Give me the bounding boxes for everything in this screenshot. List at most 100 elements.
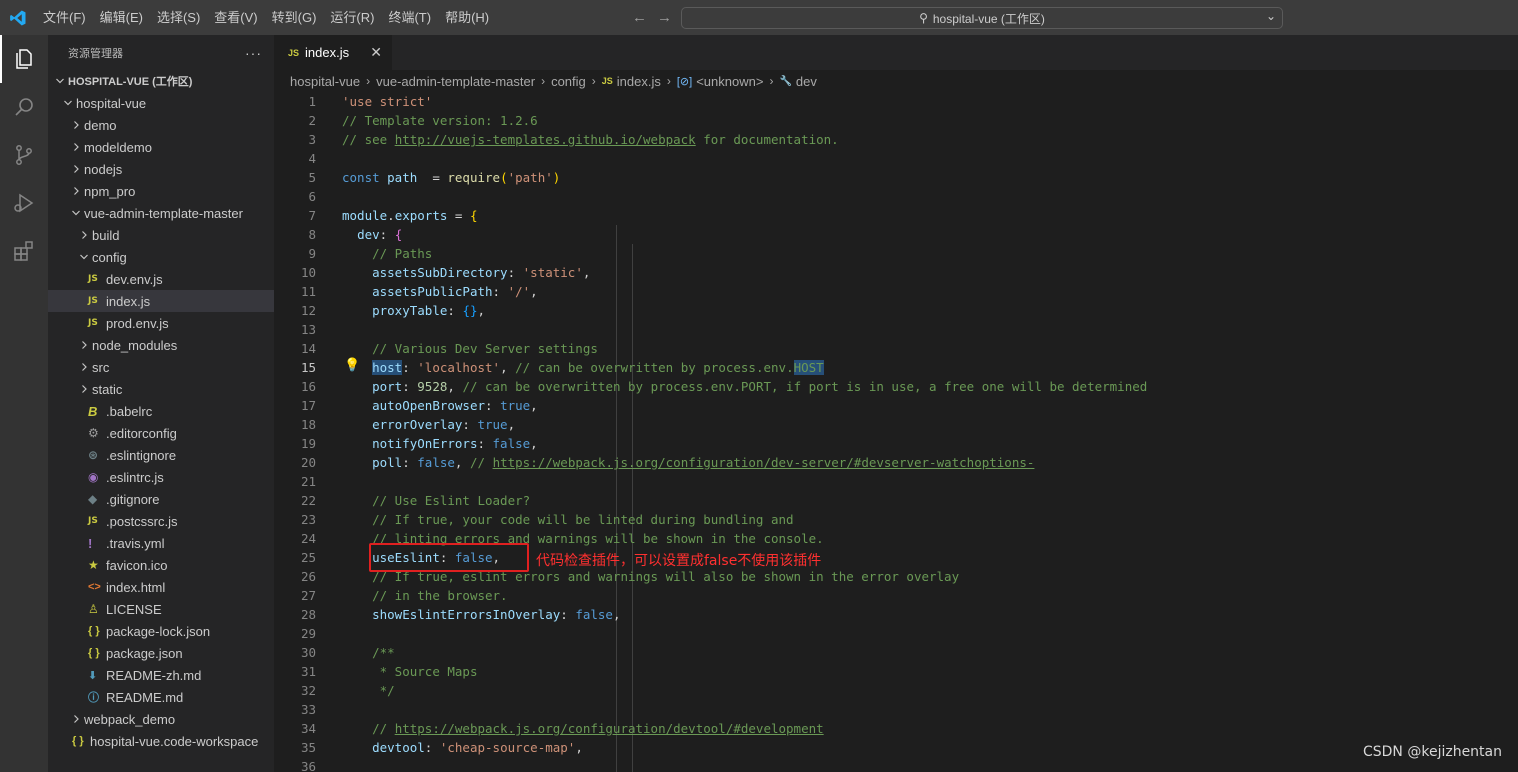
tree-folder[interactable]: nodejs — [48, 158, 274, 180]
menu-item[interactable]: 文件(F) — [36, 0, 93, 35]
tree-file[interactable]: JS prod.env.js — [48, 312, 274, 334]
code-line: 27 // in the browser. — [274, 586, 1518, 605]
tree-file[interactable]: JS index.js — [48, 290, 274, 312]
chevron-right-icon — [76, 384, 92, 394]
chevron-down-icon[interactable]: ⌄ — [1266, 9, 1276, 23]
menu-item[interactable]: 选择(S) — [150, 0, 207, 35]
tree-file[interactable]: { } hospital-vue.code-workspace — [48, 730, 274, 752]
code-text: proxyTable: {}, — [372, 303, 486, 318]
line-number: 10 — [300, 265, 316, 280]
tree-file[interactable]: ★ favicon.ico — [48, 554, 274, 576]
breadcrumb-item[interactable]: <unknown> — [696, 74, 763, 89]
code-line: 20 poll: false, // https://webpack.js.or… — [274, 453, 1518, 472]
tree-folder[interactable]: config — [48, 246, 274, 268]
title-bar: 文件(F) 编辑(E) 选择(S) 查看(V) 转到(G) 运行(R) 终端(T) 帮助(H)… — [0, 0, 1518, 35]
code-line: 35 devtool: 'cheap-source-map', — [274, 738, 1518, 757]
tree-file[interactable]: ◉ .eslintrc.js — [48, 466, 274, 488]
lightbulb-icon[interactable]: 💡 — [344, 357, 360, 373]
line-number: 2 — [308, 113, 316, 128]
breadcrumb-item[interactable]: vue-admin-template-master — [376, 74, 535, 89]
command-center-search[interactable]: ⚲ hospital-vue (工作区) ⌄ — [681, 7, 1283, 29]
tree-file[interactable]: ⚙ .editorconfig — [48, 422, 274, 444]
tree-label: .eslintrc.js — [106, 469, 164, 485]
tree-file[interactable]: ⊛ .eslintignore — [48, 444, 274, 466]
tree-file[interactable]: <> index.html — [48, 576, 274, 598]
tree-file[interactable]: ⬇ README-zh.md — [48, 664, 274, 686]
tree-folder[interactable]: npm_pro — [48, 180, 274, 202]
tree-file[interactable]: B .babelrc — [48, 400, 274, 422]
tree-label: config — [92, 249, 127, 265]
breadcrumb-item[interactable]: hospital-vue — [290, 74, 360, 89]
code-line: 1 'use strict' — [274, 92, 1518, 111]
tree-folder[interactable]: vue-admin-template-master — [48, 202, 274, 224]
tree-folder[interactable]: modeldemo — [48, 136, 274, 158]
tree-file[interactable]: { } package-lock.json — [48, 620, 274, 642]
tree-folder[interactable]: src — [48, 356, 274, 378]
line-number: 33 — [300, 702, 316, 717]
tree-folder[interactable]: node_modules — [48, 334, 274, 356]
tree-label: build — [92, 227, 120, 243]
code-text: // If true, your code will be linted dur… — [372, 512, 794, 527]
tree-label: .travis.yml — [106, 535, 165, 551]
menu-item[interactable]: 编辑(E) — [93, 0, 150, 35]
tree-label: LICENSE — [106, 601, 162, 617]
close-icon[interactable]: ✕ — [370, 44, 382, 61]
menu-item[interactable]: 帮助(H) — [438, 0, 496, 35]
line-number: 6 — [308, 189, 316, 204]
line-number: 19 — [300, 436, 316, 451]
mddown-file-icon: ⬇ — [88, 669, 98, 682]
tree-file[interactable]: ! .travis.yml — [48, 532, 274, 554]
tree-folder[interactable]: HOSPITAL-VUE (工作区) — [48, 70, 274, 92]
back-arrow-icon[interactable]: ← — [632, 9, 647, 26]
tree-file[interactable]: JS .postcssrc.js — [48, 510, 274, 532]
tree-label: nodejs — [84, 161, 123, 177]
line-number: 28 — [300, 607, 316, 622]
chevron-right-icon — [68, 120, 84, 130]
tree-file[interactable]: ◆ .gitignore — [48, 488, 274, 510]
eslint-file-icon: ◉ — [88, 470, 99, 484]
command-center-label: hospital-vue (工作区) — [932, 11, 1045, 26]
code-line: 16 port: 9528, // can be overwritten by … — [274, 377, 1518, 396]
tree-label: src — [92, 359, 110, 375]
more-actions-icon[interactable]: ··· — [245, 45, 262, 61]
tree-label: npm_pro — [84, 183, 136, 199]
tree-folder[interactable]: build — [48, 224, 274, 246]
tree-file[interactable]: { } package.json — [48, 642, 274, 664]
tab-index-js[interactable]: JS index.js ✕ — [274, 35, 392, 70]
code-line: 29 — [274, 624, 1518, 643]
breadcrumb-item[interactable]: index.js — [617, 74, 661, 89]
line-number: 16 — [300, 379, 316, 394]
source-control-icon[interactable] — [0, 131, 48, 179]
tree-folder[interactable]: webpack_demo — [48, 708, 274, 730]
run-debug-icon[interactable] — [0, 179, 48, 227]
menu-item[interactable]: 运行(R) — [323, 0, 381, 35]
json-file-icon: { } — [88, 647, 100, 659]
explorer-icon[interactable] — [0, 35, 48, 83]
json-file-icon: { } — [72, 735, 84, 747]
code-editor[interactable]: 1 'use strict' 2 // Template version: 1.2.6… — [274, 92, 1518, 772]
tree-folder[interactable]: static — [48, 378, 274, 400]
code-line: 7 module.exports = { — [274, 206, 1518, 225]
symbol-variable-icon: [⊘] — [676, 75, 693, 88]
menu-item[interactable]: 转到(G) — [265, 0, 324, 35]
line-number: 36 — [300, 759, 316, 772]
tree-folder[interactable]: hospital-vue — [48, 92, 274, 114]
tree-file[interactable]: ⓘ README.md — [48, 686, 274, 708]
menu-item[interactable]: 终端(T) — [381, 0, 438, 35]
tree-label: demo — [84, 117, 117, 133]
tree-file[interactable]: JS dev.env.js — [48, 268, 274, 290]
tree-folder[interactable]: demo — [48, 114, 274, 136]
search-icon[interactable] — [0, 83, 48, 131]
code-text: dev: { — [357, 227, 403, 242]
line-number: 23 — [300, 512, 316, 527]
menu-item[interactable]: 查看(V) — [207, 0, 264, 35]
tree-label: .eslintignore — [106, 447, 177, 463]
breadcrumb-item[interactable]: dev — [796, 74, 817, 89]
line-number: 1 — [308, 94, 316, 109]
tree-label: prod.env.js — [106, 315, 169, 331]
code-text: */ — [372, 683, 395, 698]
tree-file[interactable]: ♙ LICENSE — [48, 598, 274, 620]
extensions-icon[interactable] — [0, 227, 48, 275]
breadcrumb-item[interactable]: config — [551, 74, 586, 89]
forward-arrow-icon[interactable]: → — [657, 9, 672, 26]
